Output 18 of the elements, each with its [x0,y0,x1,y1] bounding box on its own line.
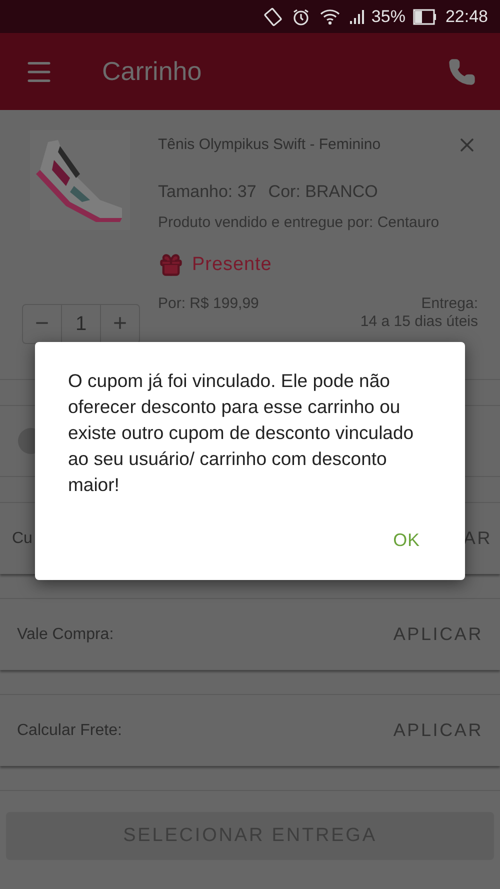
row-label: Vale Compra: [17,624,114,644]
battery-icon [413,8,438,24]
phone-icon[interactable] [448,58,476,86]
screen-title: Carrinho [102,55,202,88]
dialog-message: O cupom já foi vinculado. Ele pode não oferecer desconto para esse carrinho ou existe outro cupom de desconto vinculado ao seu usuário/ carrinho com desconto maior! [68,369,415,497]
row-label: Cu [12,528,32,548]
row-label: Calcular Frete: [17,720,122,740]
product-name: Tênis Olympikus Swift - Feminino [158,135,381,155]
battery-percent: 35% [371,6,406,28]
plus-button[interactable]: + [101,305,139,343]
wifi-icon [319,6,342,26]
gift-button[interactable]: Presente [158,250,478,279]
minus-button[interactable]: − [23,305,61,343]
gift-icon [158,252,184,278]
alarm-icon [291,6,312,26]
rotate-icon [263,6,284,26]
clock-time: 22:48 [445,6,488,28]
ok-button[interactable]: OK [393,527,420,554]
